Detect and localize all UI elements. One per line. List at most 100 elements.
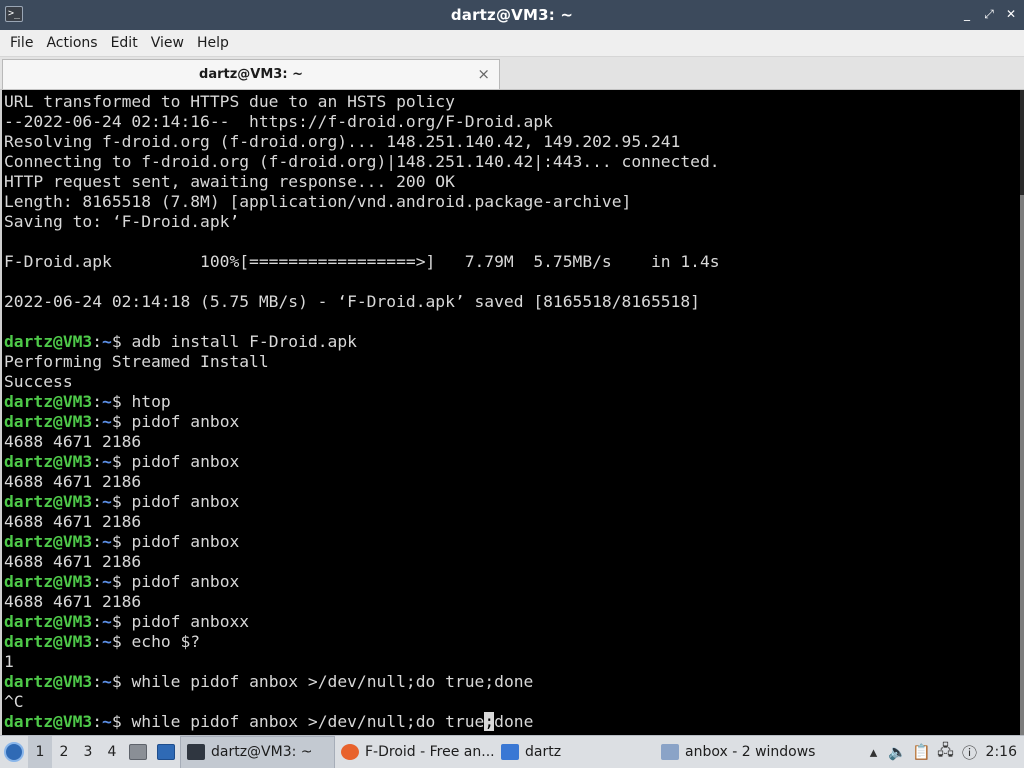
clock[interactable]: 2:16 [982, 744, 1024, 760]
workspace-1[interactable]: 1 [28, 735, 52, 768]
output-line: ^C [4, 692, 24, 711]
menu-edit[interactable]: Edit [105, 35, 144, 51]
prompt-path: ~ [102, 392, 112, 411]
prompt-separator: : [92, 672, 103, 691]
system-tray: ▴ 🔈 📋 🖧 ⓘ 2:16 [862, 736, 1024, 768]
command-line: dartz@VM3:~$ pidof anbox [4, 572, 239, 592]
prompt-separator: : [92, 492, 103, 511]
minimize-button[interactable]: _ [960, 5, 974, 23]
notification-icon[interactable]: ⓘ [958, 736, 982, 768]
terminal-scrollbar[interactable] [1020, 90, 1024, 735]
task-folder[interactable]: dartz [495, 736, 655, 768]
prompt-symbol: $ [111, 492, 132, 511]
prompt-user: dartz@VM3 [4, 532, 93, 551]
task-firefox[interactable]: F-Droid - Free an... [335, 736, 495, 768]
output-line: Saving to: ‘F-Droid.apk’ [4, 212, 240, 231]
maximize-button[interactable]: ⤢ [982, 5, 996, 23]
prompt-separator: : [92, 452, 103, 471]
output-line: URL transformed to HTTPS due to an HSTS … [4, 92, 455, 111]
terminal-output[interactable]: URL transformed to HTTPS due to an HSTS … [0, 90, 1024, 735]
workspace-3[interactable]: 3 [76, 736, 100, 768]
prompt-user: dartz@VM3 [4, 632, 93, 651]
prompt-path: ~ [102, 452, 112, 471]
terminal-app-icon[interactable]: >_ [5, 6, 23, 22]
prompt-path: ~ [102, 412, 112, 431]
show-files-quicklaunch[interactable] [124, 736, 152, 768]
volume-icon[interactable]: 🔈 [886, 736, 910, 768]
command-text: pidof anbox [131, 572, 240, 591]
prompt-symbol: $ [111, 672, 132, 691]
task-label: dartz [525, 744, 562, 760]
command-text: while pidof anbox >/dev/null;do true;don… [131, 672, 534, 691]
text-cursor: ; [484, 712, 495, 731]
task-anbox[interactable]: anbox - 2 windows [655, 736, 815, 768]
network-icon[interactable]: 🖧 [934, 736, 958, 768]
window-titlebar[interactable]: >_ dartz@VM3: ~ _ ⤢ ✕ [0, 0, 1024, 30]
output-line: 1 [4, 652, 14, 671]
prompt-symbol: $ [111, 392, 132, 411]
output-line: Resolving f-droid.org (f-droid.org)... 1… [4, 132, 681, 151]
prompt-path: ~ [102, 672, 112, 691]
output-line: 4688 4671 2186 [4, 592, 142, 611]
prompt-symbol: $ [111, 452, 132, 471]
command-text: pidof anbox [131, 452, 240, 471]
command-line: dartz@VM3:~$ pidof anboxx [4, 612, 249, 632]
prompt-path: ~ [102, 572, 112, 591]
prompt-path: ~ [102, 532, 112, 551]
menu-actions[interactable]: Actions [40, 35, 103, 51]
file-manager-icon [129, 744, 147, 760]
prompt-symbol: $ [111, 532, 132, 551]
close-button[interactable]: ✕ [1004, 5, 1018, 23]
terminal-tab[interactable]: dartz@VM3: ~ × [2, 59, 500, 89]
up-arrow-icon[interactable]: ▴ [862, 736, 886, 768]
lxqt-logo-icon [4, 742, 24, 762]
output-line: F-Droid.apk 100%[=================>] 7.7… [4, 252, 720, 271]
command-text: pidof anboxx [131, 612, 250, 631]
tab-close-icon[interactable]: × [477, 65, 490, 83]
tab-label: dartz@VM3: ~ [199, 67, 303, 82]
command-text: adb install F-Droid.apk [131, 332, 357, 351]
start-menu-button[interactable] [0, 736, 28, 768]
prompt-user: dartz@VM3 [4, 332, 93, 351]
output-line: 4688 4671 2186 [4, 472, 142, 491]
output-line: 4688 4671 2186 [4, 512, 142, 531]
window-title: dartz@VM3: ~ [450, 6, 574, 24]
prompt-separator: : [92, 572, 103, 591]
workspace-switcher: 1 2 3 4 [28, 735, 124, 768]
prompt-symbol: $ [111, 572, 132, 591]
task-terminal[interactable]: dartz@VM3: ~ [180, 735, 335, 768]
output-line: 2022-06-24 02:14:18 (5.75 MB/s) - ‘F-Dro… [4, 292, 700, 311]
menu-file[interactable]: File [4, 35, 39, 51]
command-line: dartz@VM3:~$ echo $? [4, 632, 200, 652]
prompt-user: dartz@VM3 [4, 612, 93, 631]
show-desktop-quicklaunch[interactable] [152, 736, 180, 768]
scrollbar-thumb[interactable] [1020, 195, 1024, 735]
prompt-separator: : [92, 712, 103, 731]
prompt-symbol: $ [111, 332, 132, 351]
prompt-user: dartz@VM3 [4, 572, 93, 591]
task-label: anbox - 2 windows [685, 744, 815, 760]
output-line: 4688 4671 2186 [4, 432, 142, 451]
prompt-symbol: $ [111, 612, 132, 631]
prompt-path: ~ [102, 632, 112, 651]
firefox-icon [341, 744, 359, 760]
menu-view[interactable]: View [145, 35, 190, 51]
workspace-4[interactable]: 4 [100, 736, 124, 768]
tab-bar: dartz@VM3: ~ × [0, 57, 1024, 90]
folder-icon [501, 744, 519, 760]
workspace-2[interactable]: 2 [52, 736, 76, 768]
prompt-user: dartz@VM3 [4, 452, 93, 471]
prompt-user: dartz@VM3 [4, 412, 93, 431]
prompt-symbol: $ [111, 712, 132, 731]
prompt-user: dartz@VM3 [4, 392, 93, 411]
command-line: dartz@VM3:~$ pidof anbox [4, 532, 239, 552]
prompt-symbol: $ [111, 632, 132, 651]
menu-help[interactable]: Help [191, 35, 235, 51]
prompt-symbol: $ [111, 412, 132, 431]
prompt-separator: : [92, 412, 103, 431]
prompt-separator: : [92, 332, 103, 351]
prompt-user: dartz@VM3 [4, 712, 93, 731]
clipboard-icon[interactable]: 📋 [910, 736, 934, 768]
command-line: dartz@VM3:~$ while pidof anbox >/dev/nul… [4, 712, 533, 732]
prompt-separator: : [92, 392, 103, 411]
